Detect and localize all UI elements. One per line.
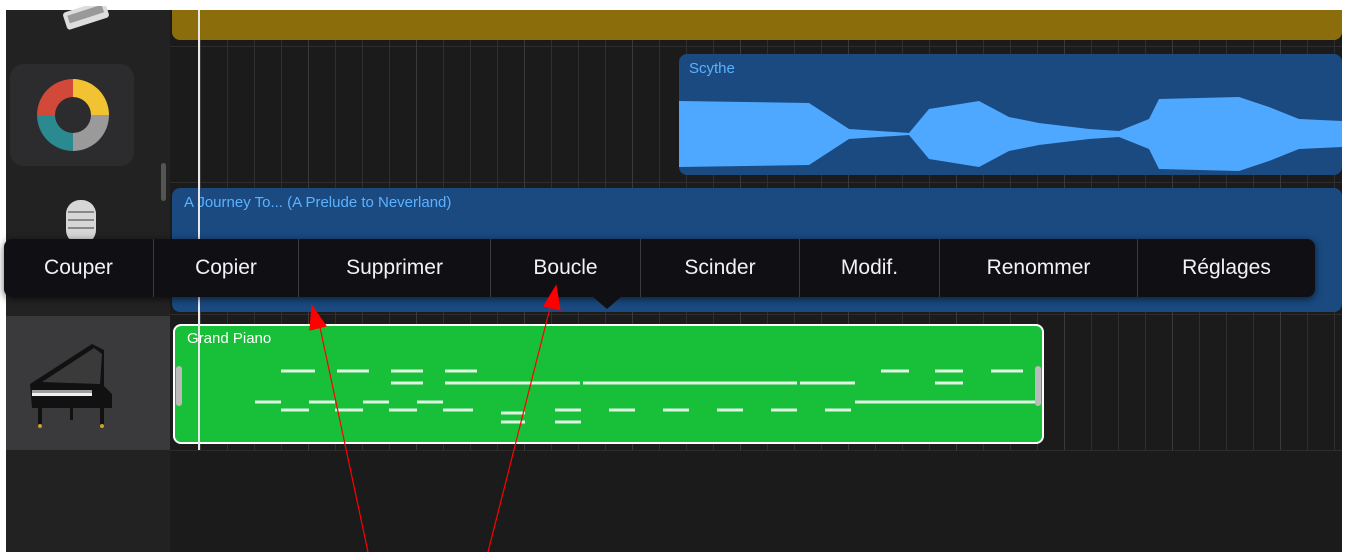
annotation-arrow-supprimer: [317, 317, 369, 552]
annotation-arrowhead-boucle: [543, 284, 561, 311]
annotation-arrowhead-supprimer: [309, 304, 327, 331]
annotation-arrow-boucle: [487, 299, 553, 552]
annotation-arrows: [309, 284, 561, 552]
